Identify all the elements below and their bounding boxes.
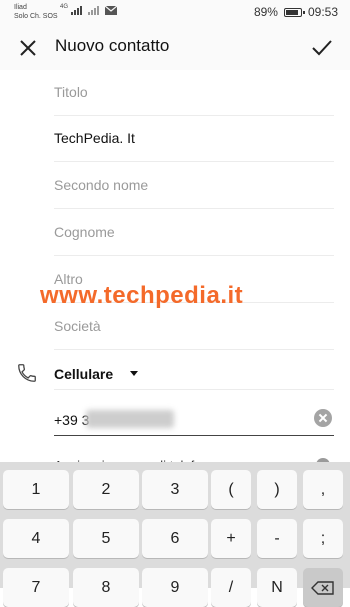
redacted-number — [86, 410, 174, 428]
carrier-info: Iliad Solo Ch. SOS — [14, 3, 58, 21]
key-([interactable]: ( — [211, 470, 251, 509]
phone-number-field[interactable]: +39 3 — [54, 400, 334, 436]
signal-icon — [71, 6, 83, 15]
close-icon — [20, 40, 36, 56]
company-field[interactable]: Società — [54, 304, 334, 350]
key-+[interactable]: + — [211, 519, 251, 558]
network-type: 4G — [60, 4, 69, 10]
numeric-keyboard: 1 2 3(), 4 5 6 + -; 7 8 9/N — [0, 462, 350, 607]
company-placeholder: Società — [54, 318, 101, 334]
title-field[interactable]: Titolo — [54, 70, 334, 116]
key-1[interactable]: 1 — [3, 470, 69, 509]
battery-percent: 89% — [253, 5, 278, 19]
key-;[interactable]: ; — [303, 519, 343, 558]
first-name-field[interactable]: TechPedia. It — [54, 116, 334, 162]
key--[interactable]: - — [257, 519, 297, 558]
key-2[interactable]: 2 — [73, 470, 139, 509]
phone-icon — [16, 362, 38, 384]
app-bar: Nuovo contatto — [0, 26, 350, 70]
status-bar: Iliad Solo Ch. SOS 4G 89% 09:53 — [0, 0, 350, 26]
watermark: www.techpedia.it — [40, 282, 244, 309]
page-title: Nuovo contatto — [55, 36, 170, 55]
clear-icon[interactable] — [314, 409, 332, 427]
first-name-value: TechPedia. It — [54, 130, 135, 146]
battery-icon — [283, 7, 305, 17]
key-3[interactable]: 3 — [142, 470, 208, 509]
carrier-name: Iliad — [14, 4, 27, 11]
battery-fill — [285, 9, 298, 15]
key-4[interactable]: 4 — [3, 519, 69, 558]
status-icons: 4G — [60, 4, 118, 15]
last-name-field[interactable]: Cognome — [54, 210, 334, 256]
title-placeholder: Titolo — [54, 84, 88, 100]
status-right: 89% 09:53 — [254, 5, 338, 19]
check-icon — [312, 40, 332, 56]
key-,[interactable]: , — [303, 470, 343, 509]
phone-type-dropdown[interactable]: Cellulare — [54, 352, 334, 390]
chevron-down-icon — [130, 371, 138, 376]
phone-number-value: +39 3 — [54, 412, 90, 428]
key-6[interactable]: 6 — [142, 519, 208, 558]
key-)[interactable]: ) — [257, 470, 297, 509]
close-button[interactable] — [14, 34, 42, 62]
signal-2-icon — [88, 6, 100, 15]
clock: 09:53 — [307, 5, 338, 19]
mail-icon — [105, 5, 118, 15]
save-button[interactable] — [308, 34, 336, 62]
key-5[interactable]: 5 — [73, 519, 139, 558]
last-name-placeholder: Cognome — [54, 224, 115, 240]
middle-name-placeholder: Secondo nome — [54, 177, 149, 193]
middle-name-field[interactable]: Secondo nome — [54, 163, 334, 209]
carrier-status: Solo Ch. SOS — [14, 13, 58, 20]
phone-type-label: Cellulare — [54, 366, 114, 382]
